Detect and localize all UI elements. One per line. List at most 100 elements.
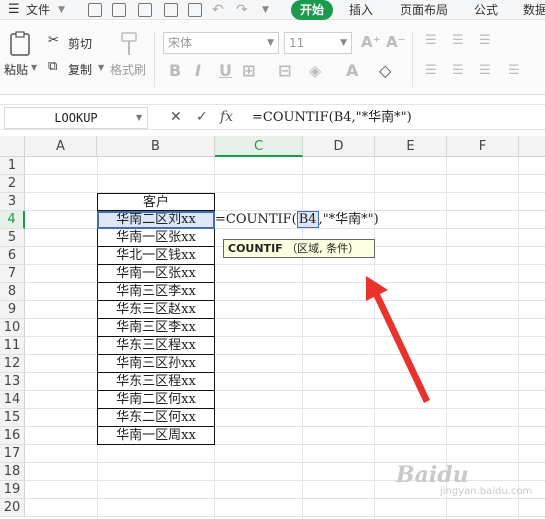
align-center-icon[interactable]: ☰	[452, 63, 464, 78]
tab-insert[interactable]: 插入	[349, 0, 373, 20]
select-all-corner[interactable]	[0, 136, 25, 157]
row-header-1[interactable]: 1	[0, 157, 25, 175]
row-header-17[interactable]: 17	[0, 445, 25, 463]
tab-page-layout[interactable]: 页面布局	[400, 0, 448, 20]
column-header-b[interactable]: B	[97, 136, 215, 157]
row-header-7[interactable]: 7	[0, 265, 25, 283]
row-header-20[interactable]: 20	[0, 499, 25, 517]
table-cell[interactable]: 华东二区何xx	[97, 409, 215, 427]
row-header-14[interactable]: 14	[0, 391, 25, 409]
copy-icon: ⧉	[48, 59, 58, 74]
justify-icon[interactable]: ☰	[508, 63, 520, 78]
increase-font-icon[interactable]: A⁺	[361, 33, 381, 51]
row-header-9[interactable]: 9	[0, 301, 25, 319]
row-header-12[interactable]: 12	[0, 355, 25, 373]
decrease-font-icon[interactable]: A⁻	[386, 33, 406, 51]
cancel-icon[interactable]: ✕	[170, 109, 182, 125]
italic-icon[interactable]: I	[195, 61, 201, 80]
column-header-c[interactable]: C	[215, 136, 303, 157]
font-name-select[interactable]: 宋体 ▼	[163, 32, 279, 54]
table-cell[interactable]: 华南二区刘xx	[97, 211, 215, 229]
table-cell[interactable]: 华南三区李xx	[97, 319, 215, 337]
row-header-2[interactable]: 2	[0, 175, 25, 193]
formula-input[interactable]: =COUNTIF(B4,"*华南*")	[252, 108, 544, 128]
save-icon[interactable]	[112, 3, 126, 17]
row-header-10[interactable]: 10	[0, 319, 25, 337]
customize-icon[interactable]: ▼	[262, 0, 269, 20]
table-cell[interactable]: 华南一区张xx	[97, 229, 215, 247]
align-bottom-icon[interactable]: ☰	[479, 33, 491, 48]
row-header-6[interactable]: 6	[0, 247, 25, 265]
bold-icon[interactable]: B	[169, 61, 181, 80]
chevron-down-icon[interactable]: ▼	[58, 0, 65, 20]
row-header-15[interactable]: 15	[0, 409, 25, 427]
copy-button[interactable]: 复制	[68, 61, 92, 78]
align-left-icon[interactable]: ☰	[425, 63, 437, 78]
column-header-a[interactable]: A	[25, 136, 97, 157]
tab-data[interactable]: 数据	[523, 0, 545, 20]
chevron-down-icon[interactable]: ▼	[136, 113, 142, 122]
row-header-18[interactable]: 18	[0, 463, 25, 481]
align-top-icon[interactable]: ☰	[425, 33, 437, 48]
merge-icon[interactable]: ⊟	[278, 61, 291, 80]
row-header-19[interactable]: 19	[0, 481, 25, 499]
row-header-11[interactable]: 11	[0, 337, 25, 355]
format-painter-button[interactable]: 格式刷	[110, 61, 146, 78]
preview-icon[interactable]	[188, 3, 202, 17]
table-cell[interactable]: 华南三区李xx	[97, 283, 215, 301]
column-header-d[interactable]: D	[303, 136, 375, 157]
paste-button[interactable]: 粘贴	[4, 61, 28, 78]
baidu-watermark: Baidu	[396, 462, 469, 488]
export-icon[interactable]	[138, 3, 152, 17]
tab-formulas[interactable]: 公式	[474, 0, 498, 20]
row-header-16[interactable]: 16	[0, 427, 25, 445]
table-cell[interactable]: 华南一区张xx	[97, 265, 215, 283]
font-size-select[interactable]: 11 ▼	[284, 32, 352, 54]
border-icon[interactable]: ⊞	[242, 61, 255, 80]
menu-icon[interactable]: ☰	[8, 0, 20, 20]
undo-icon[interactable]: ↶	[212, 0, 224, 20]
table-cell[interactable]: 华北一区钱xx	[97, 247, 215, 265]
align-right-icon[interactable]: ☰	[479, 63, 491, 78]
file-menu[interactable]: 文件	[26, 0, 50, 20]
align-middle-icon[interactable]: ☰	[452, 33, 464, 48]
new-file-icon[interactable]	[88, 3, 102, 17]
column-header-e[interactable]: E	[375, 136, 447, 157]
copy-dropdown-icon[interactable]: ▼	[98, 63, 104, 72]
cut-button[interactable]: 剪切	[68, 35, 92, 52]
print-icon[interactable]	[164, 3, 178, 17]
row-header-13[interactable]: 13	[0, 373, 25, 391]
table-header-customer[interactable]: 客户	[97, 193, 215, 211]
eraser-icon[interactable]: ◇	[379, 61, 391, 80]
confirm-icon[interactable]: ✓	[196, 109, 208, 125]
function-tooltip[interactable]: COUNTIF （区域, 条件）	[223, 239, 375, 258]
row-header-5[interactable]: 5	[0, 229, 25, 247]
divider	[412, 31, 413, 87]
redo-icon[interactable]: ↷	[236, 0, 248, 20]
column-header-g[interactable]	[519, 136, 545, 157]
ribbon: 粘贴 ▼ ✂ 剪切 ⧉ 复制 ▼ 格式刷 宋体 ▼ 11 ▼ A⁺ A⁻ B I…	[0, 21, 545, 95]
column-header-f[interactable]: F	[447, 136, 519, 157]
gridline	[25, 174, 545, 175]
name-box[interactable]: LOOKUP	[4, 107, 148, 129]
table-cell[interactable]: 华南二区何xx	[97, 391, 215, 409]
insert-function-icon[interactable]: fx	[220, 109, 233, 125]
paste-dropdown-icon[interactable]: ▼	[31, 63, 37, 72]
tab-home[interactable]: 开始	[291, 0, 333, 20]
menu-bar: ☰ 文件 ▼ ↶ ↷ ▼ 开始 插入 页面布局 公式 数据	[0, 0, 545, 20]
table-cell[interactable]: 华东三区程xx	[97, 337, 215, 355]
row-header-4[interactable]: 4	[0, 211, 25, 229]
table-cell[interactable]: 华东三区程xx	[97, 373, 215, 391]
gridline	[25, 516, 545, 517]
row-header-3[interactable]: 3	[0, 193, 25, 211]
table-cell[interactable]: 华东三区赵xx	[97, 301, 215, 319]
underline-icon[interactable]: U	[219, 61, 232, 80]
chevron-down-icon: ▼	[267, 38, 274, 48]
cell-c4-editor[interactable]: =COUNTIF(B4 ,"*华南*")	[215, 211, 395, 229]
font-color-icon[interactable]: A	[346, 61, 358, 80]
table-cell[interactable]: 华南一区周xx	[97, 427, 215, 445]
paste-icon[interactable]	[9, 31, 31, 57]
table-cell[interactable]: 华南三区孙xx	[97, 355, 215, 373]
fill-color-icon[interactable]: ◈	[309, 61, 321, 80]
row-header-8[interactable]: 8	[0, 283, 25, 301]
